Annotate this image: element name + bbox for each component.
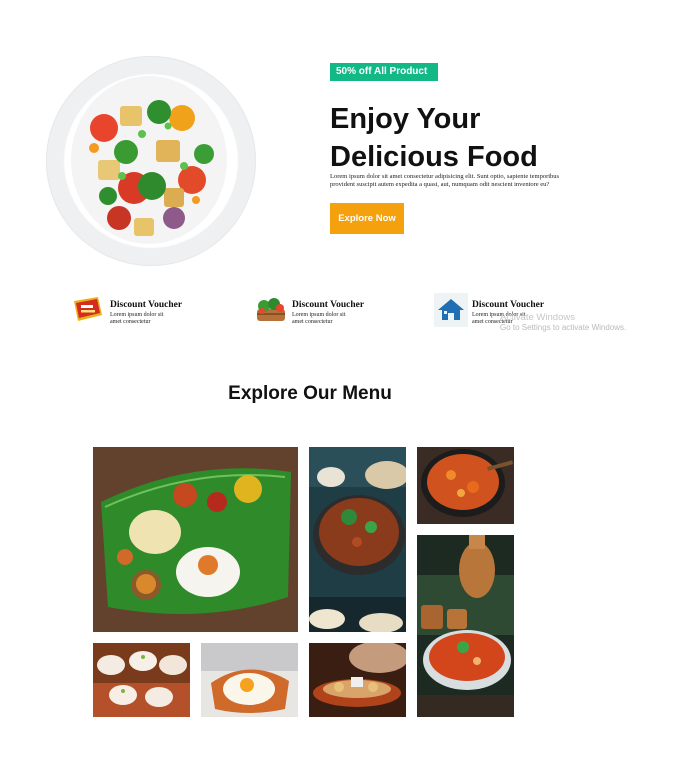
discount-badge: 50% off All Product [330,63,438,81]
egg-toast-image [201,643,298,717]
explore-now-button[interactable]: Explore Now [330,203,404,234]
voucher-text: Lorem ipsum dolor sit amet consectetur [292,312,346,325]
voucher-card-2[interactable]: Discount Voucher Lorem ipsum dolor sit a… [254,293,374,329]
hero-food-image [46,56,256,266]
spicy-fries-image [417,447,514,524]
menu-tile-snack-plate[interactable] [309,643,406,717]
menu-tile-banana-leaf-meal[interactable] [93,447,298,632]
voucher-title: Discount Voucher [472,300,545,310]
watermark-line2: Go to Settings to activate Windows. [500,323,627,332]
hero-title-line2: Delicious Food [330,141,538,173]
salad-illustration [71,76,227,244]
copper-pot-curry-image [417,535,514,717]
hero-title-line1: Enjoy Your [330,103,481,135]
cupcakes-image [93,643,190,717]
activate-windows-watermark: Activate Windows Go to Settings to activ… [500,313,626,333]
menu-section-title: Explore Our Menu [228,383,392,404]
curry-bowl-image [309,447,406,632]
house-icon [434,293,468,327]
menu-tile-egg-toast[interactable] [201,643,298,717]
voucher-title: Discount Voucher [110,300,183,310]
snack-plate-image [309,643,406,717]
outlet-tag-icon [74,297,102,321]
banana-leaf-meal-image [93,447,298,632]
hero-description: Lorem ipsum dolor sit amet consectetur a… [330,173,560,188]
menu-tile-spicy-fries[interactable] [417,447,514,524]
voucher-card-1[interactable]: Discount Voucher Lorem ipsum dolor sit a… [72,293,192,329]
voucher-text: Lorem ipsum dolor sit amet consectetur [110,312,164,325]
watermark-line1: Activate Windows [500,312,575,323]
vegetable-basket-icon [257,298,285,321]
menu-tile-copper-pot-curry[interactable] [417,535,514,717]
menu-tile-cupcakes[interactable] [93,643,190,717]
menu-tile-curry-bowl[interactable] [309,447,406,632]
hero-title: Enjoy Your Delicious Food [330,100,610,176]
voucher-title: Discount Voucher [292,300,365,310]
